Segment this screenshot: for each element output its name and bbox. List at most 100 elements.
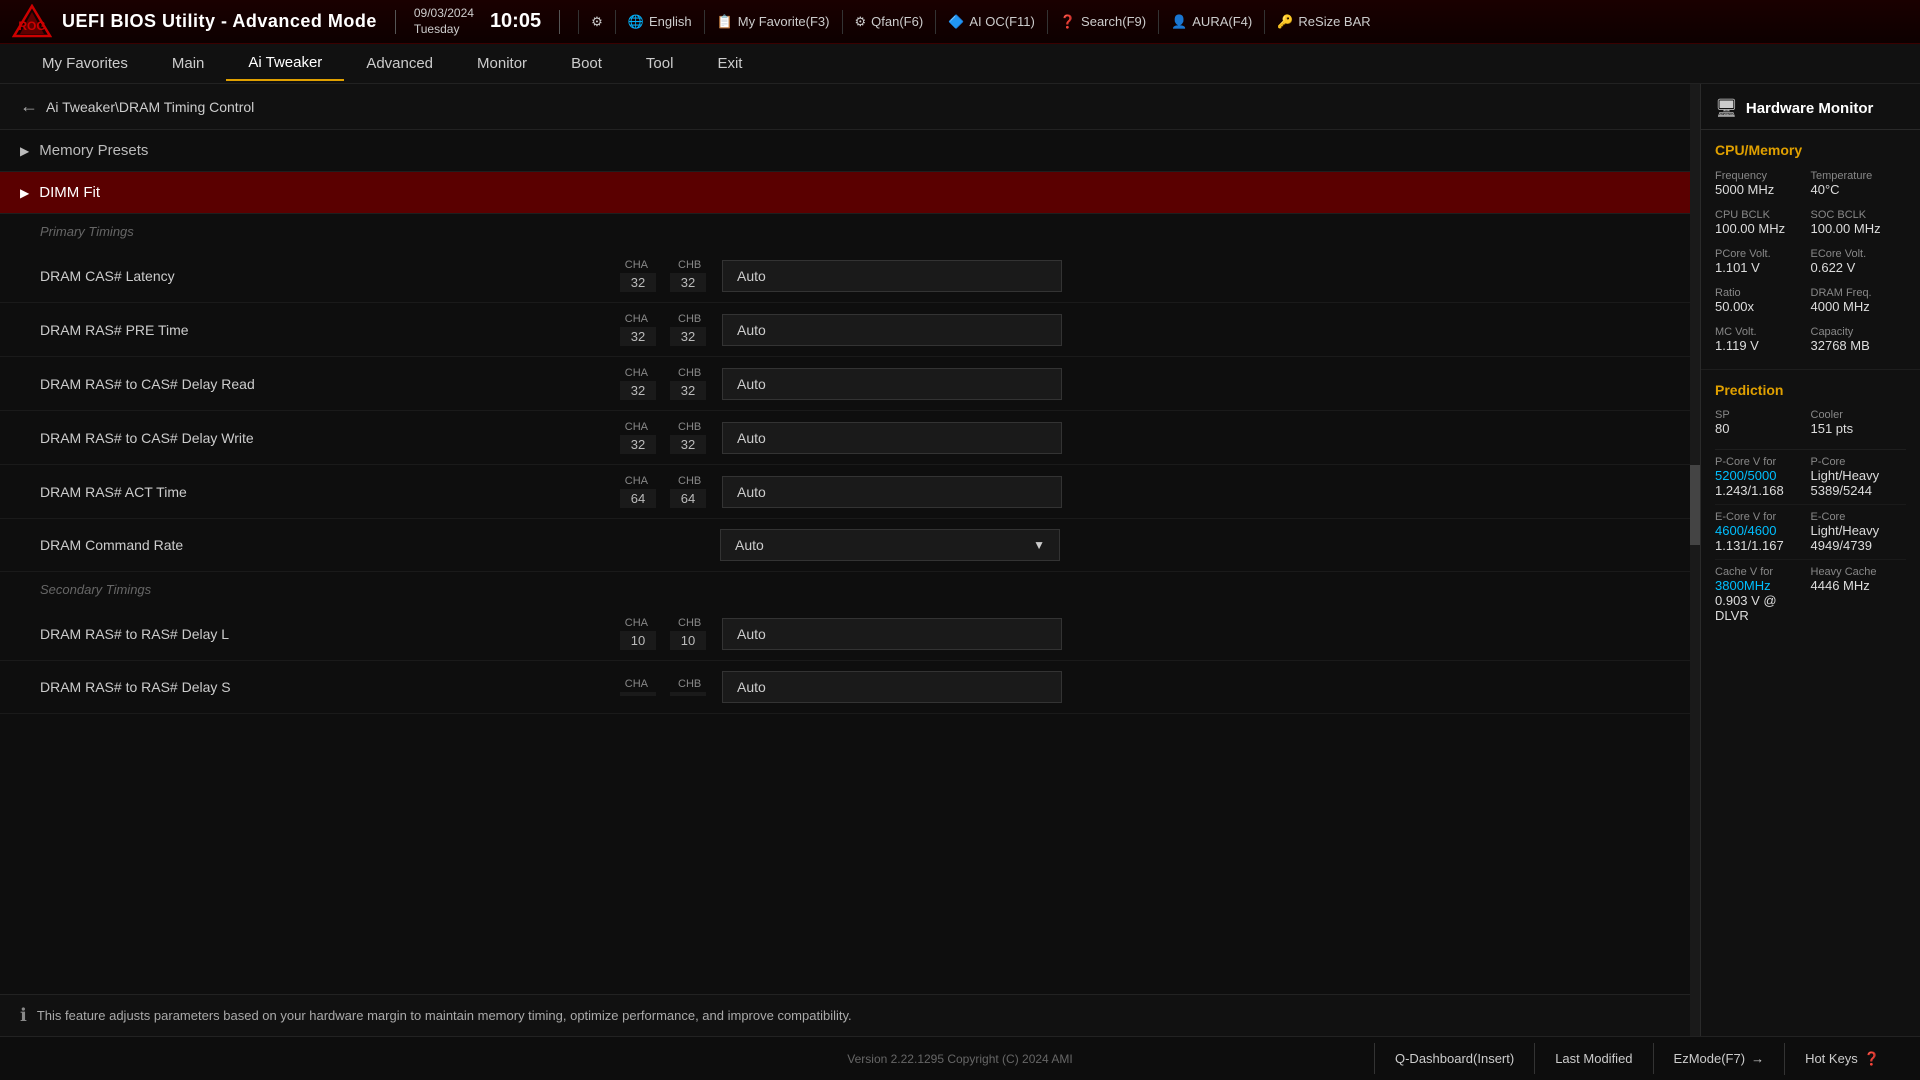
cha-val6: 10 (620, 631, 656, 650)
sp-value: 80 (1715, 421, 1811, 436)
hot-keys-icon: ❓ (1864, 1051, 1880, 1067)
ecore-v-vals: 1.131/1.167 (1715, 538, 1811, 553)
hot-keys-button[interactable]: Hot Keys ❓ (1784, 1043, 1900, 1075)
cpu-memory-section-title: CPU/Memory (1701, 130, 1920, 164)
cha-label6: CHA (625, 617, 648, 629)
toolbar-my-favorite[interactable]: 📋 My Favorite(F3) (704, 10, 842, 34)
cha-label3: CHA (625, 367, 648, 379)
setting-ras-to-ras-l: DRAM RAS# to RAS# Delay L CHA CHB 10 10 … (0, 607, 1690, 661)
footer-version: Version 2.22.1295 Copyright (C) 2024 AMI (847, 1052, 1072, 1066)
ez-mode-label: EzMode(F7) (1674, 1051, 1746, 1066)
nav-boot[interactable]: Boot (549, 47, 624, 80)
ras-ras-s-control[interactable]: Auto (722, 671, 1650, 703)
header-divider (395, 10, 396, 34)
nav-exit[interactable]: Exit (695, 47, 764, 80)
cha-chb-ras-ras-l: CHA CHB 10 10 (620, 617, 706, 650)
header-time: 10:05 (490, 10, 541, 33)
toolbar-search[interactable]: ❓ Search(F9) (1047, 10, 1158, 34)
ras-cas-read-control[interactable]: Auto (722, 368, 1650, 400)
search-icon: ❓ (1060, 14, 1076, 30)
nav-my-favorites[interactable]: My Favorites (20, 47, 150, 80)
toolbar-english[interactable]: 🌐 English (615, 10, 704, 34)
hw-cell-dram-freq: DRAM Freq. 4000 MHz (1811, 281, 1907, 320)
ras-ras-l-control[interactable]: Auto (722, 618, 1650, 650)
ez-mode-button[interactable]: EzMode(F7) → (1653, 1043, 1785, 1074)
nav-tool[interactable]: Tool (624, 47, 696, 80)
last-modified-button[interactable]: Last Modified (1534, 1043, 1652, 1074)
ras-cas-read-auto-box[interactable]: Auto (722, 368, 1062, 400)
temperature-value: 40°C (1811, 182, 1907, 197)
toolbar-qfan[interactable]: ⚙ Qfan(F6) (842, 10, 936, 34)
chb-label5: CHB (678, 475, 701, 487)
ratio-label: Ratio (1715, 287, 1811, 299)
ras-act-auto-box[interactable]: Auto (722, 476, 1062, 508)
toolbar-resize-bar[interactable]: 🔑 ReSize BAR (1264, 10, 1382, 34)
chb-val4: 32 (670, 435, 706, 454)
ai-oc-label: AI OC(F11) (969, 14, 1035, 29)
nav-advanced[interactable]: Advanced (344, 47, 455, 80)
cpu-bclk-label: CPU BCLK (1715, 209, 1811, 221)
hw-cell-frequency: Frequency 5000 MHz (1715, 164, 1811, 203)
qfan-label: Qfan(F6) (871, 14, 923, 29)
header-logo: ROG UEFI BIOS Utility - Advanced Mode (12, 4, 377, 40)
ras-act-control[interactable]: Auto (722, 476, 1650, 508)
nav-monitor[interactable]: Monitor (455, 47, 549, 80)
pcore-v-row: P-Core V for 5200/5000 1.243/1.168 P-Cor… (1715, 450, 1906, 505)
nav-main[interactable]: Main (150, 47, 227, 80)
hw-cell-capacity: Capacity 32768 MB (1811, 320, 1907, 359)
ras-pre-auto-box[interactable]: Auto (722, 314, 1062, 346)
hw-cell-pcore-volt: PCore Volt. 1.101 V (1715, 242, 1811, 281)
nav-ai-tweaker[interactable]: Ai Tweaker (226, 46, 344, 81)
cache-v-row: Cache V for 3800MHz 0.903 V @ DLVR Heavy… (1715, 560, 1906, 629)
back-arrow-icon[interactable]: ← (20, 96, 38, 117)
cha-chb-ras-cas-write: CHA CHB 32 32 (620, 421, 706, 454)
cha-val3: 32 (620, 381, 656, 400)
dram-cas-control[interactable]: Auto (722, 260, 1650, 292)
q-dashboard-label: Q-Dashboard(Insert) (1395, 1051, 1514, 1066)
globe-icon: 🌐 (628, 14, 644, 30)
q-dashboard-button[interactable]: Q-Dashboard(Insert) (1374, 1043, 1534, 1074)
hw-cell-mc-volt: MC Volt. 1.119 V (1715, 320, 1811, 359)
cmd-rate-dropdown[interactable]: Auto ▼ (720, 529, 1060, 561)
nav-bar: My Favorites Main Ai Tweaker Advanced Mo… (0, 44, 1920, 84)
scrollbar[interactable] (1690, 84, 1700, 1036)
section-dimm-fit[interactable]: ▶ DIMM Fit (0, 172, 1690, 214)
setting-dram-cas-latency: DRAM CAS# Latency CHA CHB 32 32 Auto (0, 249, 1690, 303)
cha-chb-labels: CHA CHB (625, 259, 701, 271)
settings-button[interactable]: ⚙ (578, 10, 615, 34)
secondary-timings-label: Secondary Timings (0, 572, 1690, 607)
ecore-volt-label: ECore Volt. (1811, 248, 1907, 260)
setting-ras-to-cas-read: DRAM RAS# to CAS# Delay Read CHA CHB 32 … (0, 357, 1690, 411)
section-memory-presets[interactable]: ▶ Memory Presets (0, 130, 1690, 172)
chb-label7: CHB (678, 678, 701, 690)
dram-cas-auto-box[interactable]: Auto (722, 260, 1062, 292)
toolbar-aura[interactable]: 👤 AURA(F4) (1158, 10, 1264, 34)
ras-pre-control[interactable]: Auto (722, 314, 1650, 346)
chb-label4: CHB (678, 421, 701, 433)
ratio-value: 50.00x (1715, 299, 1811, 314)
info-icon: ℹ (20, 1005, 27, 1026)
hw-monitor-title: Hardware Monitor (1746, 100, 1874, 117)
ras-cas-write-auto-box[interactable]: Auto (722, 422, 1062, 454)
setting-name-ras-ras-s: DRAM RAS# to RAS# Delay S (40, 679, 620, 695)
hw-monitor-header: 🖥 Hardware Monitor (1701, 84, 1920, 130)
setting-ras-act-time: DRAM RAS# ACT Time CHA CHB 64 64 Auto (0, 465, 1690, 519)
cha-val7 (620, 692, 656, 696)
sp-cell: SP 80 (1715, 404, 1811, 441)
setting-name-ras-ras-l: DRAM RAS# to RAS# Delay L (40, 626, 620, 642)
scrollbar-thumb[interactable] (1690, 465, 1700, 545)
prediction-section-title: Prediction (1701, 370, 1920, 404)
ras-ras-s-auto-box[interactable]: Auto (722, 671, 1062, 703)
cpu-bclk-value: 100.00 MHz (1715, 221, 1811, 236)
ras-cas-write-control[interactable]: Auto (722, 422, 1650, 454)
settings-scroll-area[interactable]: ▶ Memory Presets ▶ DIMM Fit Primary Timi… (0, 130, 1690, 994)
cache-lh-cell: Heavy Cache 4446 MHz (1811, 566, 1907, 623)
breadcrumb-text: Ai Tweaker\DRAM Timing Control (46, 99, 254, 115)
pcore-volt-label: PCore Volt. (1715, 248, 1811, 260)
ras-ras-l-auto-box[interactable]: Auto (722, 618, 1062, 650)
temperature-label: Temperature (1811, 170, 1907, 182)
ecore-v-cell: E-Core V for 4600/4600 1.131/1.167 (1715, 511, 1811, 553)
soc-bclk-label: SOC BCLK (1811, 209, 1907, 221)
cmd-rate-control[interactable]: Auto ▼ (720, 529, 1650, 561)
toolbar-ai-oc[interactable]: 🔷 AI OC(F11) (935, 10, 1047, 34)
